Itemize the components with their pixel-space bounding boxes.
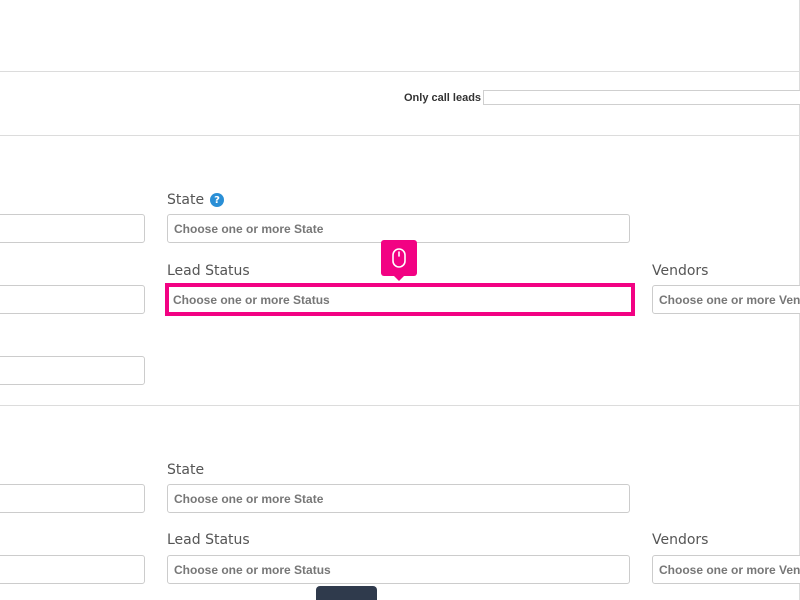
section1-left-select-1[interactable] [0,214,145,243]
bottom-action-tab[interactable] [316,586,377,600]
section1-state-select[interactable]: Choose one or more State [167,214,630,243]
page: Only call leads State ? Choose one or mo… [0,0,800,600]
section1-left-select-3[interactable] [0,356,145,385]
section2-state-select[interactable]: Choose one or more State [167,484,630,513]
only-call-leads-input[interactable] [483,90,800,105]
section2-state-label: State [167,462,205,478]
section1-lead-status-label: Lead Status [167,263,250,279]
section2-lead-status-label: Lead Status [167,532,250,548]
section1-state-label: State ? [167,192,225,208]
divider-filter-bottom [0,135,800,136]
section1-vendors-select[interactable]: Choose one or more Vendors [652,285,800,314]
section1-lead-status-select[interactable]: Choose one or more Status [165,283,635,316]
only-call-leads-label: Only call leads [404,92,482,104]
mouse-icon [381,240,417,281]
question-circle-icon[interactable]: ? [210,193,225,207]
section2-left-select-2[interactable] [0,555,145,584]
section1-vendors-label: Vendors [652,263,709,279]
section2-vendors-label: Vendors [652,532,709,548]
section2-vendors-select[interactable]: Choose one or more Vendors [652,555,800,584]
divider-section [0,405,800,406]
divider-top [0,71,800,72]
section2-lead-status-select[interactable]: Choose one or more Status [167,555,630,584]
state-label-text: State [167,192,205,208]
mouse-glyph [392,248,406,268]
section2-left-select-1[interactable] [0,484,145,513]
section1-left-select-2[interactable] [0,285,145,314]
